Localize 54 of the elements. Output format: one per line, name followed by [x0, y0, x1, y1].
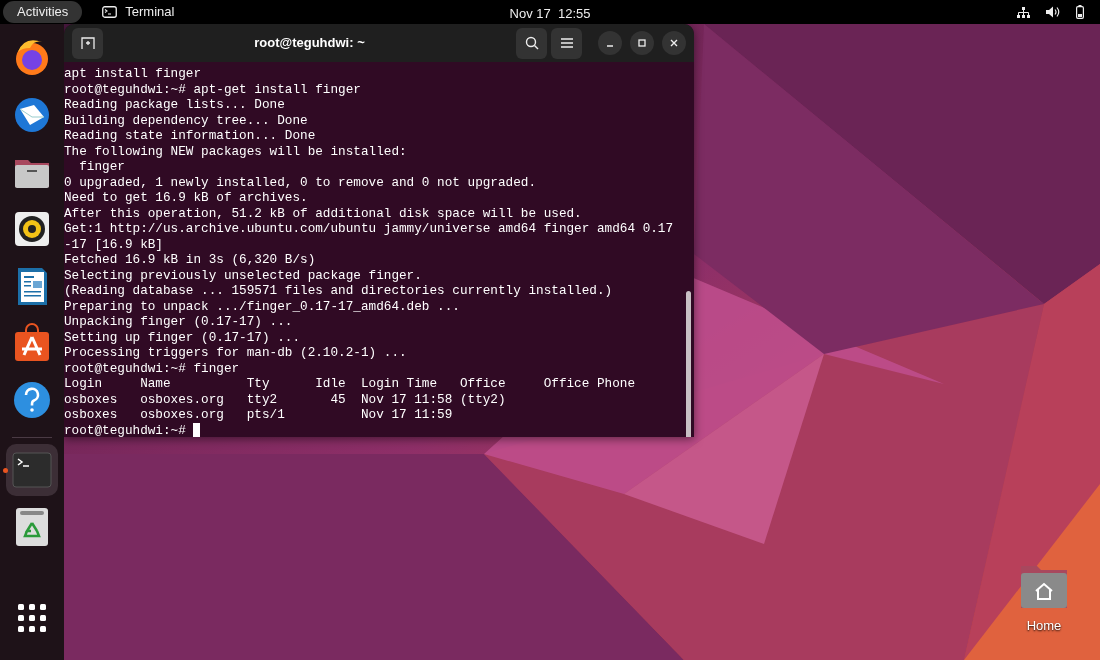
question-mark-icon	[12, 380, 52, 420]
add-tab-icon	[80, 36, 95, 50]
grid-icon	[18, 604, 46, 632]
shopping-bag-icon	[12, 323, 52, 363]
terminal-line: Need to get 16.9 kB of archives.	[64, 190, 309, 206]
terminal-line: Setting up finger (0.17-17) ...	[64, 329, 302, 345]
desktop-icon-label[interactable]: Home	[1026, 616, 1062, 636]
home-folder-icon[interactable]	[1019, 564, 1069, 610]
minimize-icon	[606, 45, 614, 47]
terminal-icon	[102, 6, 118, 18]
terminal-line: osboxes osboxes.org tty2 45 Nov 17 11:58 (tty2)	[64, 391, 507, 407]
terminal-line: finger	[78, 159, 126, 175]
terminal-line: After this operation, 51.2 kB of additional disk space will be used.	[64, 205, 583, 221]
terminal-line: Preparing to unpack .../finger_0.17-17_amd64.deb ...	[64, 298, 461, 314]
close-icon	[669, 38, 679, 48]
terminal-line: Reading package lists... Done	[64, 97, 286, 113]
new-tab-button[interactable]	[72, 27, 103, 59]
speaker-icon	[12, 209, 52, 249]
terminal-line: 0 upgraded, 1 newly installed, 0 to remove and 0 not upgraded.	[64, 174, 538, 190]
app-menu[interactable]: Terminal	[98, 2, 179, 22]
terminal-line: Selecting previously unselected package finger.	[64, 267, 423, 283]
terminal-line: apt install finger	[64, 66, 203, 82]
close-button[interactable]	[662, 31, 686, 55]
terminal-line: The following NEW packages will be installed:	[64, 143, 408, 159]
terminal-line: osboxes osboxes.org pts/1 Nov 17 11:59	[64, 407, 454, 423]
terminal-line: root@teguhdwi:~# finger	[64, 360, 241, 376]
envelope-icon	[12, 95, 52, 135]
prompt: root@teguhdwi:~#	[64, 422, 187, 437]
maximize-icon	[637, 38, 647, 48]
network-icon[interactable]	[1017, 6, 1030, 18]
terminal-line: Fetched 16.9 kB in 3s (6,320 B/s)	[64, 252, 317, 268]
terminal-line: Get:1 http://us.archive.ubuntu.com/ubuntu jammy/universe amd64 finger amd64 0.17	[64, 221, 675, 237]
battery-icon[interactable]	[1076, 5, 1084, 19]
terminal-line: Login Name Tty Idle Login Time Office Office Phone	[64, 376, 637, 392]
clock[interactable]: Nov 17 12:55	[509, 4, 591, 24]
terminal-line: Reading state information... Done	[64, 128, 317, 144]
menu-icon	[560, 38, 573, 48]
activities-button[interactable]: Activities	[3, 1, 83, 23]
terminal-line: root@teguhdwi:~# apt-get install finger	[64, 81, 362, 97]
search-icon	[524, 36, 539, 50]
maximize-button[interactable]	[630, 31, 654, 55]
terminal-line: Unpacking finger (0.17-17) ...	[64, 314, 294, 330]
terminal-line: Processing triggers for man-db (2.10.2-1) ...	[64, 345, 408, 361]
minimize-button[interactable]	[598, 31, 622, 55]
terminal-line: (Reading database ... 159571 files and directories currently installed.)	[64, 283, 614, 299]
terminal-icon	[12, 450, 52, 490]
menu-button[interactable]	[551, 27, 582, 59]
terminal-line: Building dependency tree... Done	[64, 112, 309, 128]
search-button[interactable]	[516, 27, 547, 59]
scrollbar[interactable]	[686, 291, 691, 437]
running-indicator	[3, 468, 8, 473]
terminal-line: -17 [16.9 kB]	[64, 236, 164, 252]
volume-icon[interactable]	[1046, 6, 1060, 18]
window-title: root@teguhdwi: ~	[253, 34, 366, 53]
